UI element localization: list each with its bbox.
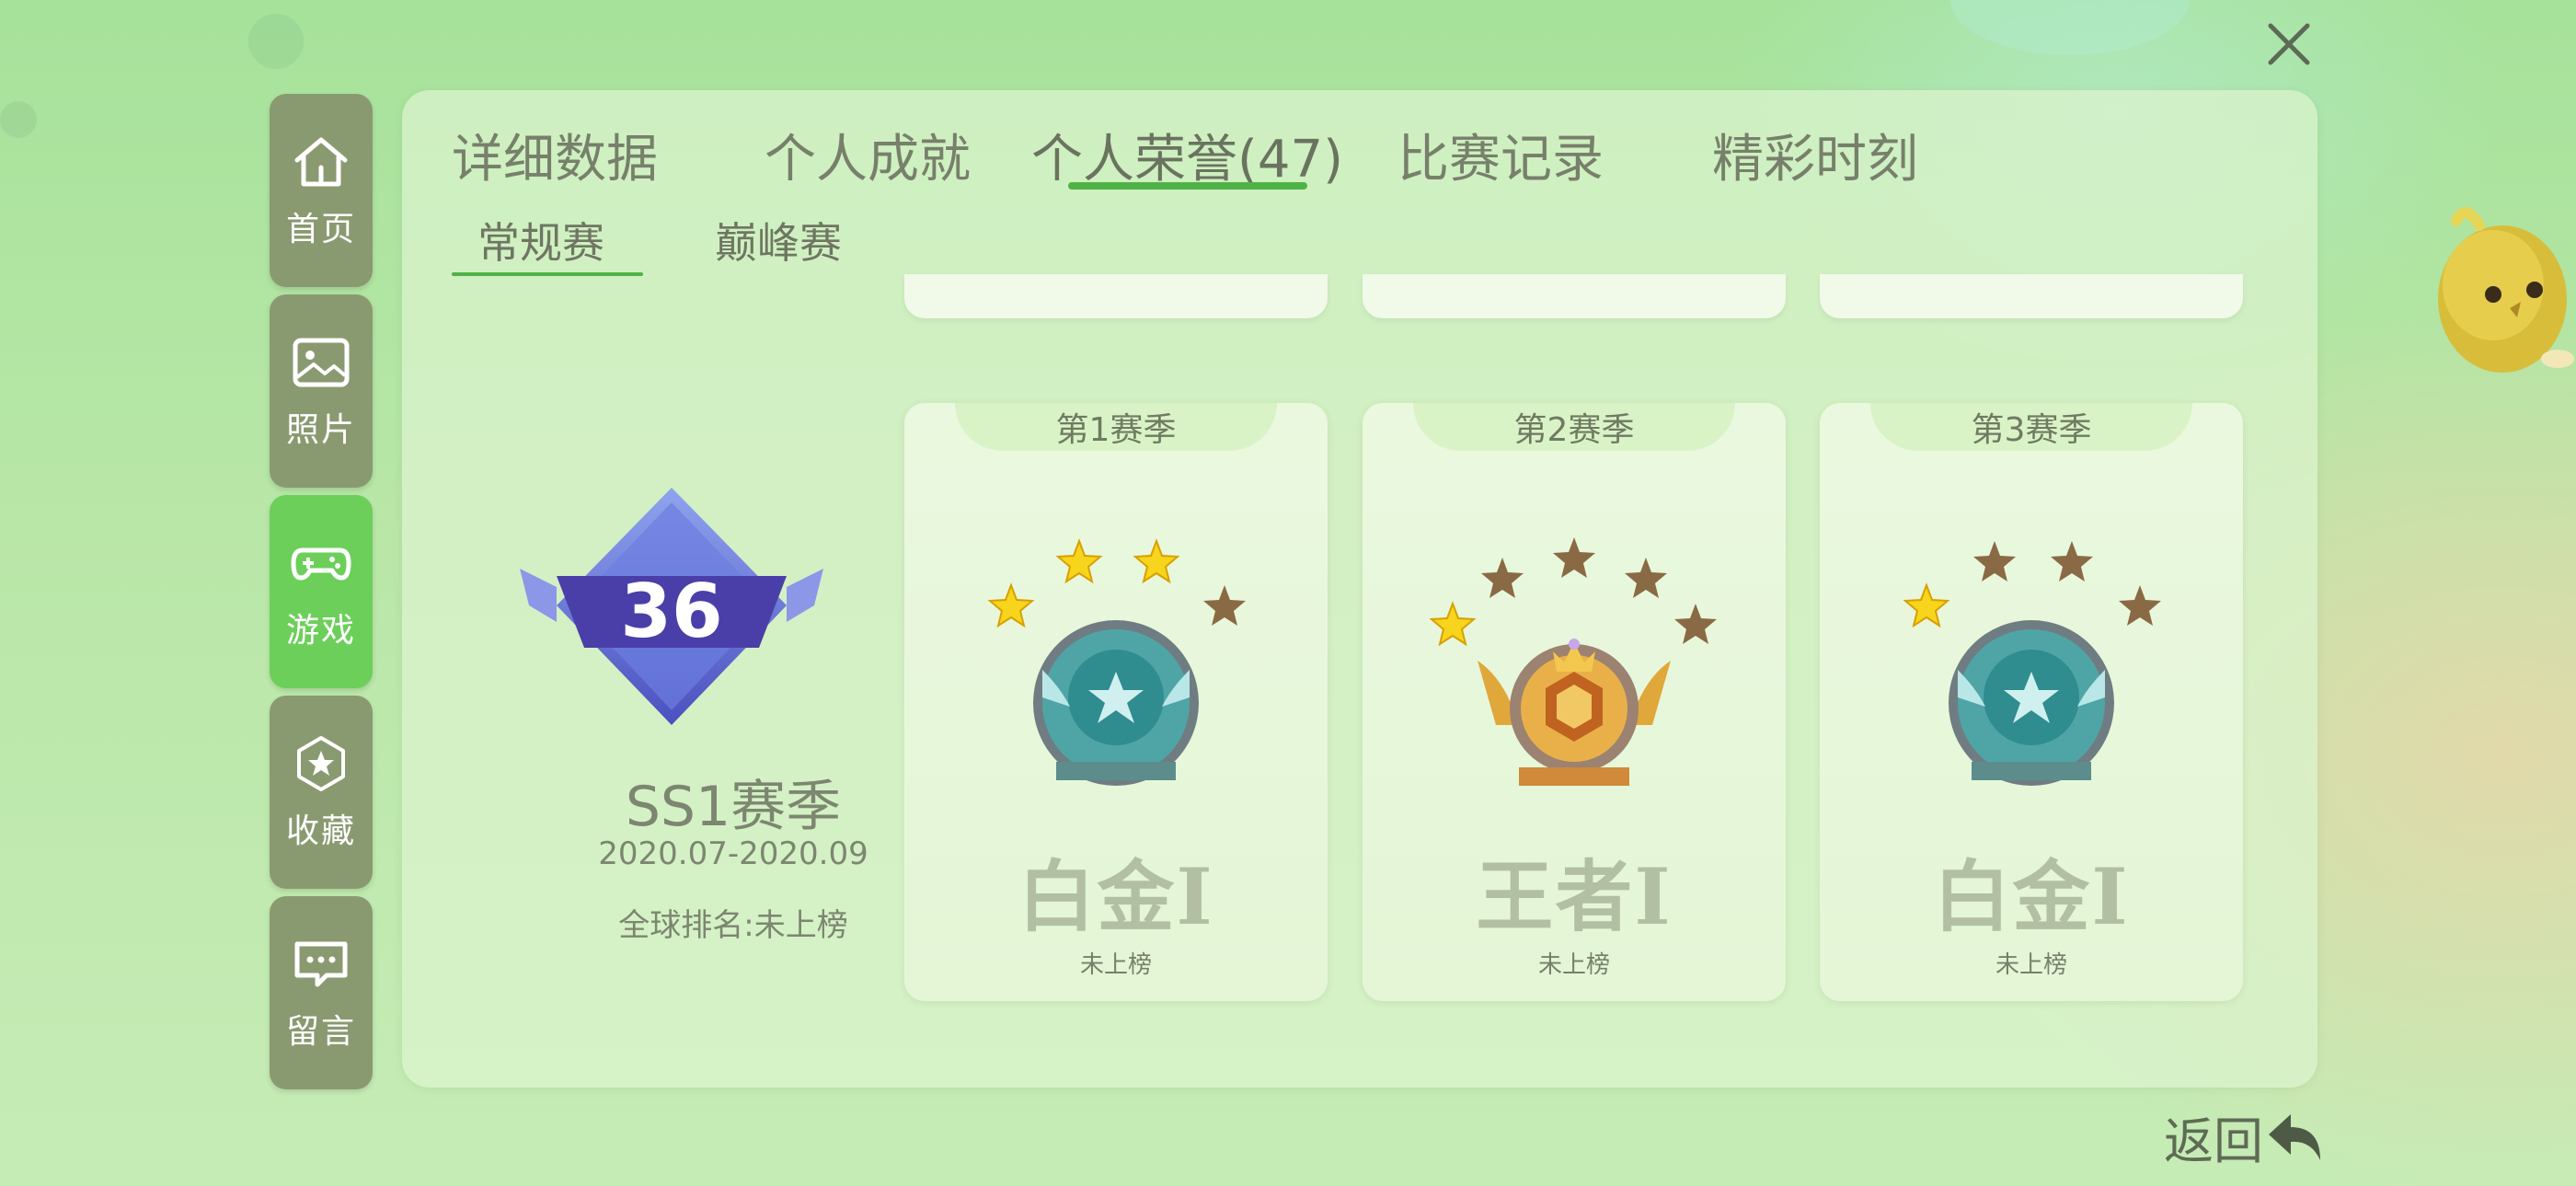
subtab-peak-season[interactable]: 巅峰赛 — [715, 210, 842, 271]
sidebar-item-messages[interactable]: 留言 — [270, 896, 373, 1089]
back-button[interactable]: 返回 — [2164, 1100, 2328, 1173]
star-unlit-icon — [2051, 541, 2093, 581]
platinum-rank-badge-icon — [1033, 620, 1199, 786]
platinum-rank-badge-icon — [1949, 620, 2114, 786]
background-blob — [0, 101, 37, 138]
photo-icon — [293, 338, 350, 387]
star-unlit-icon — [1203, 585, 1246, 626]
sidebar-item-games[interactable]: 游戏 — [270, 495, 373, 688]
tab-highlights[interactable]: 精彩时刻 — [1712, 118, 1918, 192]
tab-honors[interactable]: 个人荣誉(47) — [1031, 118, 1343, 192]
season-card[interactable]: 第1赛季 白金I 未上榜 — [904, 403, 1328, 1001]
star-unlit-icon — [1625, 558, 1667, 598]
sidebar-item-home[interactable]: 首页 — [270, 94, 373, 287]
season-level-number: 36 — [620, 569, 722, 654]
star-unlit-icon — [1973, 541, 2016, 581]
star-lit-icon — [1055, 538, 1103, 584]
close-icon[interactable] — [2263, 18, 2315, 70]
season-card[interactable]: 第2赛季 王者I 未上榜 — [1363, 403, 1786, 1001]
sidebar-item-label: 留言 — [285, 1013, 356, 1051]
mascot-chick-icon — [2438, 207, 2574, 373]
gamepad-icon — [291, 547, 351, 581]
main-panel: 详细数据 个人成就 个人荣誉(47) 比赛记录 精彩时刻 常规赛 巅峰赛 36 … — [402, 90, 2317, 1088]
tab-achievements[interactable]: 个人成就 — [765, 118, 971, 192]
back-label: 返回 — [2164, 1112, 2263, 1170]
season-card[interactable]: 第3赛季 白金I 未上榜 — [1820, 403, 2243, 1001]
star-unlit-icon — [1674, 604, 1717, 644]
star-unlit-icon — [2119, 585, 2161, 626]
star-unlit-icon — [1553, 537, 1595, 578]
background-blob — [248, 14, 304, 69]
tab-detailed-data[interactable]: 详细数据 — [452, 118, 658, 192]
rank-name: 白金I — [1018, 851, 1214, 942]
level-badge-icon: 36 — [520, 488, 823, 725]
subtab-regular-season[interactable]: 常规赛 — [477, 210, 604, 271]
star-unlit-icon — [1481, 558, 1524, 598]
rank-name: 白金I — [1933, 851, 2130, 942]
sidebar-item-photos[interactable]: 照片 — [270, 294, 373, 488]
rank-name: 王者I — [1476, 851, 1673, 942]
card-partial[interactable] — [1363, 274, 1786, 318]
tab-active-indicator — [1068, 182, 1307, 190]
star-lit-icon — [1133, 538, 1180, 584]
background-blob — [1950, 0, 2190, 55]
back-arrow-icon — [2269, 1113, 2320, 1160]
season-label: 第2赛季 — [1413, 403, 1735, 451]
home-icon — [294, 137, 348, 187]
season-label: 第1赛季 — [955, 403, 1277, 451]
sidebar-item-label: 首页 — [285, 211, 356, 248]
sidebar-item-label: 收藏 — [285, 812, 356, 850]
sidebar-item-favorites[interactable]: 收藏 — [270, 696, 373, 889]
card-partial[interactable] — [1820, 274, 2243, 318]
global-rank: 全球排名:未上榜 — [618, 907, 848, 944]
season-title: SS1赛季 — [625, 775, 842, 839]
message-icon — [294, 941, 348, 987]
season-label: 第3赛季 — [1870, 403, 2192, 451]
sidebar-item-label: 照片 — [285, 411, 356, 449]
subtab-active-indicator — [452, 272, 643, 276]
card-partial[interactable] — [904, 274, 1328, 318]
star-icon — [297, 736, 345, 791]
rank-status: 未上榜 — [1537, 951, 1610, 979]
rank-status: 未上榜 — [1079, 951, 1152, 979]
sidebar-item-label: 游戏 — [285, 612, 356, 650]
tab-match-records[interactable]: 比赛记录 — [1397, 118, 1604, 192]
season-dates: 2020.07-2020.09 — [598, 835, 868, 872]
rank-status: 未上榜 — [1995, 951, 2067, 979]
king-rank-badge-icon — [1478, 639, 1671, 786]
